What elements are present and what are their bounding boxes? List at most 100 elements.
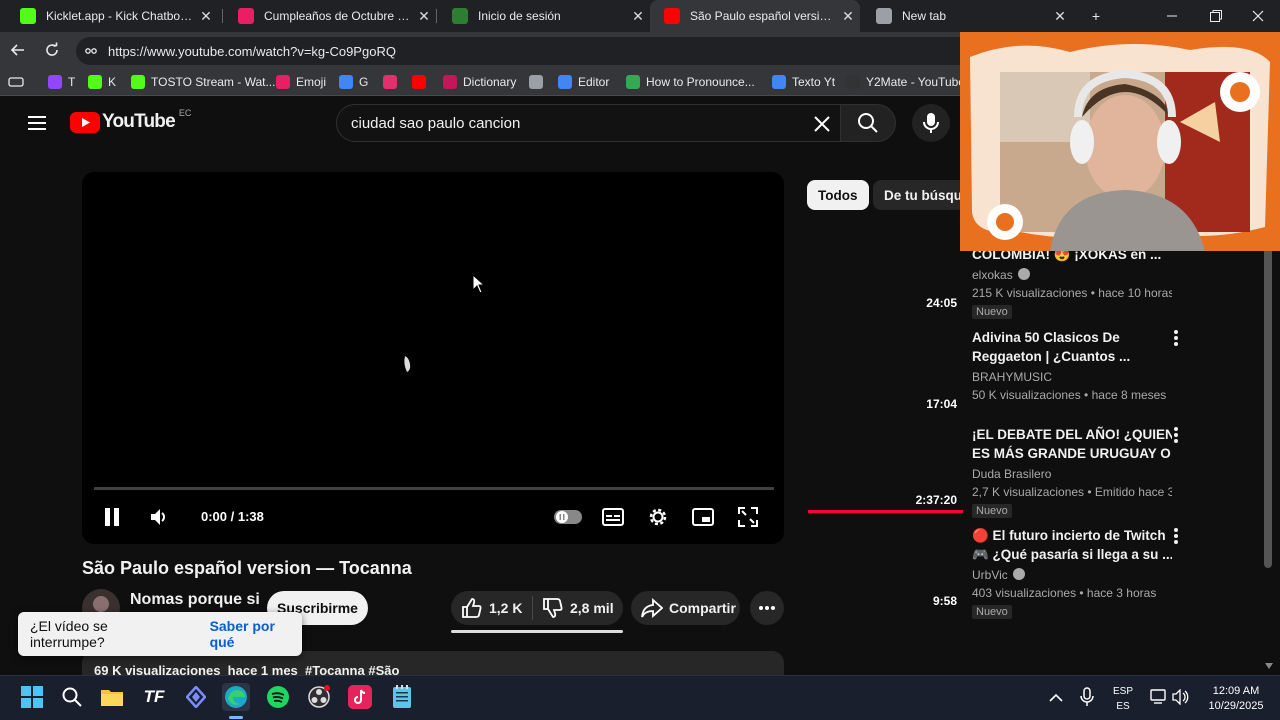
bookmark-item[interactable]: T xyxy=(48,73,75,91)
video-duration: 24:05 xyxy=(926,296,957,310)
taskbar-search-button[interactable] xyxy=(58,683,86,711)
video-duration: 2:37:20 xyxy=(915,493,957,507)
tab-close-icon[interactable]: ✕ xyxy=(1048,8,1072,25)
site-info-icon[interactable] xyxy=(84,44,98,58)
bookmark-item[interactable]: G xyxy=(339,73,368,91)
bookmark-item[interactable]: How to Pronounce... xyxy=(626,73,755,91)
bookmark-item[interactable]: Y2Mate - YouTube xyxy=(846,73,965,91)
clock-time: 12:09 AM xyxy=(1212,685,1260,697)
chip-all[interactable]: Todos xyxy=(807,180,869,210)
restore-button[interactable] xyxy=(1194,0,1238,32)
more-actions-button[interactable] xyxy=(750,591,784,625)
obs-button[interactable] xyxy=(305,683,333,711)
recommended-channel-row: UrbVic xyxy=(972,566,1172,584)
network-icon[interactable] xyxy=(1150,689,1168,710)
spotify-button[interactable] xyxy=(264,683,292,711)
close-window-button[interactable] xyxy=(1236,0,1280,32)
bookmark-item[interactable]: Dictionary xyxy=(443,73,516,91)
pause-button[interactable] xyxy=(100,505,124,529)
bookmarks-menu-icon[interactable] xyxy=(8,73,24,91)
chip-from-search[interactable]: De tu búsque xyxy=(873,180,963,210)
system-clock[interactable]: 12:09 AM 10/29/2025 xyxy=(1196,684,1276,714)
tab-close-icon[interactable]: ✕ xyxy=(194,8,218,25)
back-button[interactable] xyxy=(6,38,30,62)
progress-bar[interactable] xyxy=(94,487,774,490)
share-button[interactable]: Compartir xyxy=(631,591,740,625)
minimize-button[interactable] xyxy=(1150,0,1194,32)
reload-button[interactable] xyxy=(40,38,64,62)
search-input[interactable]: ciudad sao paulo cancion xyxy=(336,104,841,142)
bookmark-item[interactable]: K xyxy=(88,73,116,91)
scroll-down-arrow-icon[interactable] xyxy=(1265,656,1273,674)
show-hidden-icons-chevron-icon[interactable] xyxy=(1049,690,1063,708)
address-bar[interactable]: https://www.youtube.com/watch?v=kg-Co9Pg… xyxy=(76,37,976,65)
start-button[interactable] xyxy=(18,683,46,711)
recommended-video[interactable]: 🔴 El futuro incierto de Twitch 🎮 ¿Qué pas… xyxy=(972,526,1172,620)
search-button[interactable] xyxy=(840,104,896,142)
bookmark-item[interactable]: Editor xyxy=(558,73,609,91)
page-scrollbar-thumb[interactable] xyxy=(1264,248,1272,568)
microphone-icon xyxy=(923,113,939,133)
dislike-count: 2,8 mil xyxy=(570,600,614,616)
bookmark-item[interactable]: Texto Yt xyxy=(772,73,835,91)
bookmark-item[interactable]: Emoji xyxy=(276,73,326,91)
bookmark-label: Texto Yt xyxy=(792,75,836,89)
bookmark-item[interactable]: TOSTO Stream - Wat... xyxy=(131,73,275,91)
search-icon xyxy=(62,687,82,707)
tf-app-button[interactable]: TF xyxy=(140,683,168,711)
recommended-video[interactable]: Adivina 50 Clasicos De Reggaeton | ¿Cuant… xyxy=(972,328,1172,404)
notepad-button[interactable] xyxy=(388,683,416,711)
bookmark-favicon-icon xyxy=(626,75,640,89)
tab-close-icon[interactable]: ✕ xyxy=(626,8,650,25)
bookmark-favicon-icon xyxy=(772,75,786,89)
volume-tray-icon[interactable] xyxy=(1172,688,1190,710)
youtube-logo-text: YouTube xyxy=(102,111,176,132)
dislike-button[interactable]: 2,8 mil xyxy=(542,597,614,619)
streamlabs-button[interactable] xyxy=(182,683,210,711)
more-options-icon[interactable] xyxy=(1168,427,1184,448)
tab-close-icon[interactable]: ✕ xyxy=(836,8,860,25)
recommended-video-title: ES MÁS GRANDE URUGUAY O ... xyxy=(972,446,1172,461)
bookmark-favicon-icon xyxy=(131,75,145,89)
menu-hamburger-icon[interactable] xyxy=(28,114,48,132)
toast-link[interactable]: Saber por qué xyxy=(210,618,302,650)
voice-search-button[interactable] xyxy=(912,104,950,142)
browser-tab[interactable]: New tab ✕ xyxy=(862,0,1072,32)
microphone-tray-icon[interactable] xyxy=(1080,687,1094,712)
edge-browser-button[interactable] xyxy=(222,683,250,711)
bookmark-item[interactable] xyxy=(529,73,549,91)
bookmark-item[interactable] xyxy=(383,73,403,91)
more-options-icon[interactable] xyxy=(1168,330,1184,351)
browser-tab[interactable]: São Paulo español version — To✕ xyxy=(650,0,860,32)
bookmark-item[interactable] xyxy=(412,73,432,91)
file-explorer-button[interactable] xyxy=(98,683,126,711)
browser-tab[interactable]: Kicklet.app - Kick Chatbot and ✕ xyxy=(6,0,218,32)
time-display: 0:00 / 1:38 xyxy=(201,509,264,524)
more-options-icon[interactable] xyxy=(1168,528,1184,549)
channel-name[interactable]: Nomas porque si xyxy=(130,591,260,609)
tab-favicon-icon xyxy=(664,8,680,24)
like-button[interactable]: 1,2 K xyxy=(461,597,522,619)
bookmark-label: Y2Mate - YouTube xyxy=(866,75,965,89)
clear-search-icon[interactable] xyxy=(812,114,832,134)
tiktok-button[interactable] xyxy=(346,683,374,711)
browser-tab[interactable]: Cumpleaños de Octubre 29 | Fa✕ xyxy=(224,0,436,32)
language-code: ESP xyxy=(1112,686,1133,697)
volume-button[interactable] xyxy=(147,505,173,529)
miniplayer-button[interactable] xyxy=(690,505,716,529)
fullscreen-button[interactable] xyxy=(735,505,761,529)
browser-tab[interactable]: Inicio de sesión ✕ xyxy=(438,0,650,32)
autoplay-toggle[interactable] xyxy=(553,509,583,525)
time-current: 0:00 xyxy=(201,509,228,524)
tab-close-icon[interactable]: ✕ xyxy=(412,8,436,25)
youtube-logo[interactable]: YouTube EC xyxy=(70,108,191,133)
new-tab-button[interactable]: + xyxy=(1074,0,1118,32)
recommended-video-meta: 403 visualizaciones • hace 3 horas xyxy=(972,586,1157,600)
recommended-video[interactable]: ¡EL DEBATE DEL AÑO! ¿QUIEN ES MÁS GRANDE … xyxy=(972,425,1172,519)
input-language-indicator[interactable]: ESP ES xyxy=(1110,684,1136,714)
subtitles-button[interactable] xyxy=(600,505,626,529)
settings-button[interactable] xyxy=(645,505,671,529)
recommended-channel-row: BRAHYMUSIC xyxy=(972,368,1172,386)
recommended-video[interactable]: COLOMBIA! 😍 ¡XOKAS en ... elxokas 215 K vi… xyxy=(972,245,1172,320)
time-total: 1:38 xyxy=(237,509,264,524)
